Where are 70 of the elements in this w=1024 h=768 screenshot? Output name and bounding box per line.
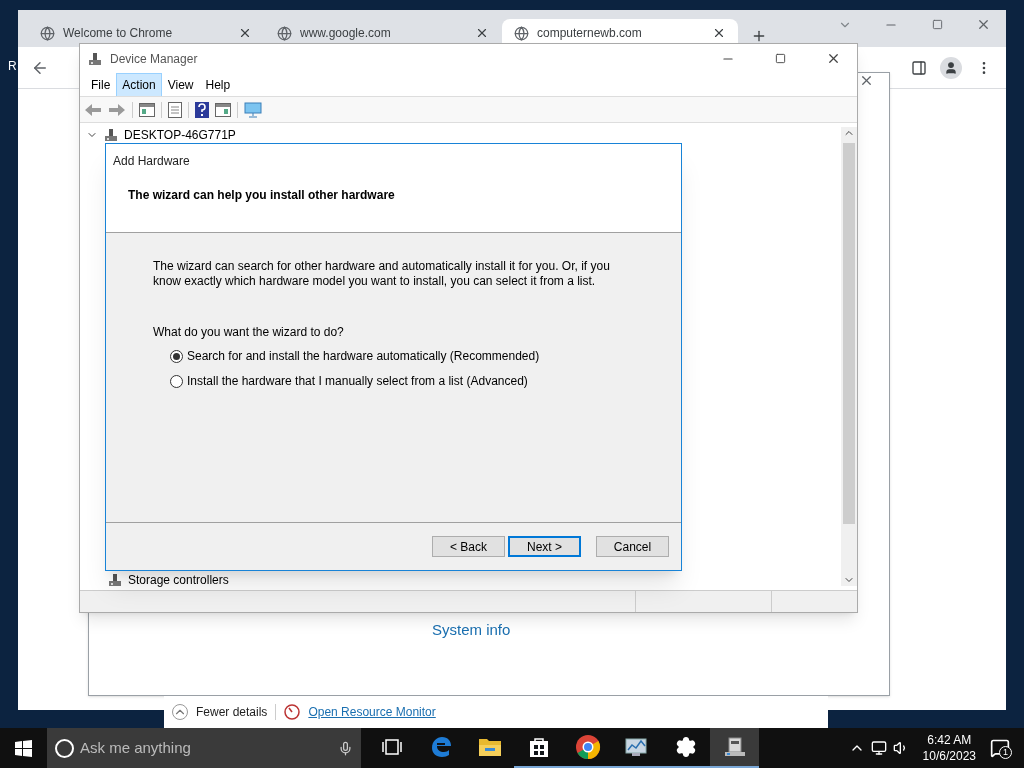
back-arrow-icon[interactable] — [84, 102, 102, 117]
microphone-icon[interactable] — [338, 740, 353, 756]
clock-date: 10/6/2023 — [922, 748, 976, 764]
tab-title: www.google.com — [300, 25, 392, 42]
option-label[interactable]: Search for and install the hardware automatically (Recommended) — [187, 347, 540, 365]
close-icon[interactable] — [976, 17, 991, 32]
wizard-heading: The wizard can help you install other hardware — [128, 187, 396, 204]
tab-title: computernewb.com — [537, 25, 643, 42]
globe-icon — [514, 25, 529, 41]
properties-icon[interactable] — [139, 102, 155, 117]
resource-monitor-link[interactable]: Open Resource Monitor — [308, 703, 436, 721]
window-title: Device Manager — [110, 50, 199, 68]
close-icon[interactable] — [859, 73, 874, 88]
search-box[interactable]: Ask me anything — [47, 728, 361, 768]
wizard-button[interactable]: Next > — [508, 536, 581, 557]
profile-avatar[interactable] — [940, 57, 962, 79]
tree-item[interactable]: Storage controllers — [128, 573, 229, 587]
person-icon — [944, 61, 958, 75]
browser-tab[interactable]: www.google.com — [265, 19, 501, 47]
wizard-description: The wizard can search for other hardware and automatically install it for you. Or, if you know exactly which hardware model you want to install, you can select it from a list. — [153, 259, 611, 289]
maximize-icon[interactable] — [775, 53, 786, 64]
tree-root[interactable]: DESKTOP-46G771P — [124, 126, 236, 144]
radio-button[interactable] — [170, 349, 183, 363]
fewer-details-toggle[interactable]: Fewer details — [196, 703, 268, 721]
search-placeholder: Ask me anything — [80, 737, 192, 758]
tab-title: Welcome to Chrome — [63, 25, 174, 42]
menu-item[interactable]: View — [161, 72, 200, 97]
menu-item[interactable]: Action — [116, 72, 162, 97]
cortana-icon — [55, 738, 74, 758]
menu-item[interactable]: File — [85, 72, 117, 97]
help-icon[interactable] — [195, 101, 209, 118]
gauge-icon — [284, 704, 301, 720]
maximize-icon[interactable] — [932, 19, 943, 30]
close-icon[interactable] — [826, 51, 841, 66]
folder-icon[interactable] — [477, 737, 502, 757]
document-icon[interactable] — [168, 101, 182, 118]
dialog-title: Add Hardware — [113, 153, 191, 170]
close-tab-icon[interactable] — [712, 26, 726, 40]
clock-time: 6:42 AM — [927, 732, 972, 748]
action-center-icon[interactable] — [990, 738, 1010, 758]
globe-icon — [40, 25, 55, 41]
monitor-icon[interactable] — [244, 101, 264, 118]
wizard-button[interactable]: < Back — [432, 536, 505, 557]
browser-tab[interactable]: Welcome to Chrome — [28, 19, 264, 47]
option-label[interactable]: Install the hardware that I manually select from a list (Advanced) — [187, 372, 528, 390]
menu-item[interactable]: Help — [199, 72, 237, 97]
computer-icon — [104, 128, 118, 142]
cut-off-text: R — [8, 58, 17, 74]
clock[interactable]: 6:42 AM 10/6/2023 — [922, 732, 976, 764]
task-view-icon[interactable] — [381, 739, 402, 755]
system-info-link[interactable]: System info — [432, 619, 511, 642]
chrome-icon[interactable] — [574, 734, 601, 760]
new-tab-icon[interactable] — [751, 28, 767, 44]
store-bag-icon[interactable] — [527, 736, 550, 758]
device-manager-icon[interactable] — [722, 736, 747, 758]
storage-icon — [108, 573, 122, 587]
globe-icon — [277, 25, 292, 41]
close-tab-icon[interactable] — [475, 26, 489, 40]
forward-arrow-icon[interactable] — [108, 102, 126, 117]
taskbar-app[interactable] — [710, 728, 759, 768]
notification-count: 1 — [999, 746, 1012, 759]
radio-button[interactable] — [170, 374, 183, 388]
close-tab-icon[interactable] — [238, 26, 252, 40]
side-panel-icon[interactable] — [911, 60, 927, 76]
window-icon[interactable] — [215, 102, 231, 117]
computer-icon — [88, 51, 102, 66]
monitor-chart-icon[interactable] — [623, 736, 650, 758]
windows-logo-icon[interactable] — [15, 739, 32, 757]
wizard-question: What do you want the wizard to do? — [153, 324, 345, 341]
wizard-button[interactable]: Cancel — [596, 536, 669, 557]
